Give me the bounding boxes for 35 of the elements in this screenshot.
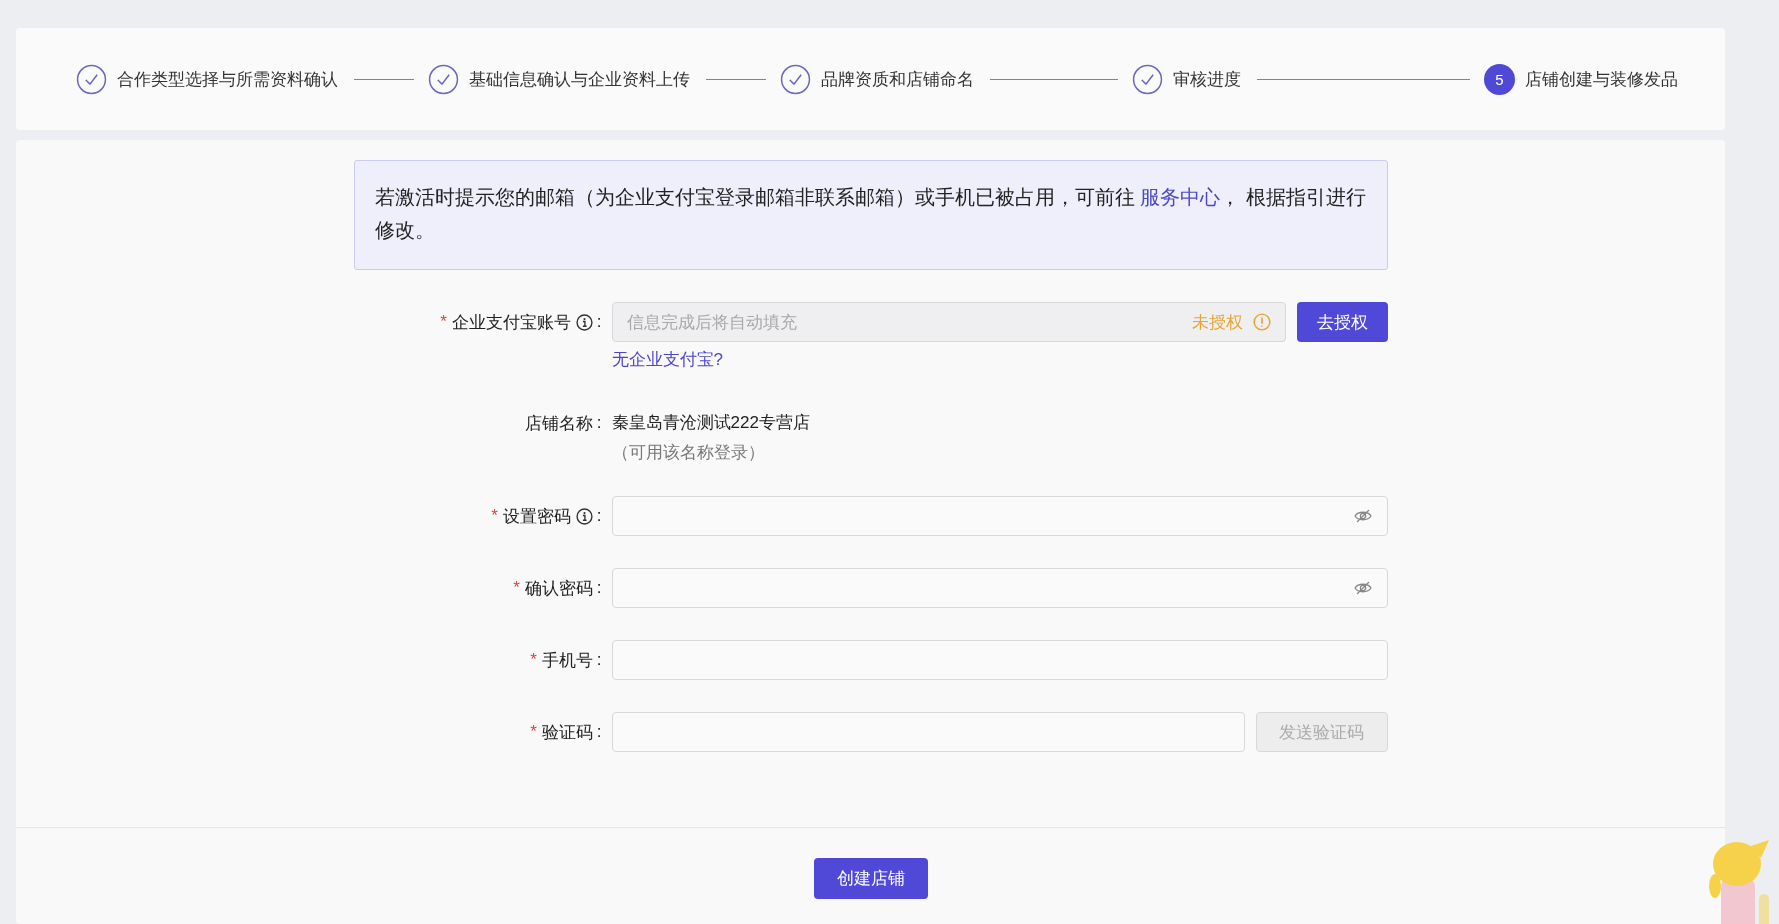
password-field[interactable] — [611, 496, 1388, 536]
step-number: 5 — [1484, 63, 1515, 95]
label-colon: : — [596, 413, 602, 433]
step-label: 基础信息确认与企业资料上传 — [469, 68, 690, 91]
notice-text: 若激活时提示您的邮箱（为企业支付宝登录邮箱非联系邮箱）或手机已被占用，可前往 服务中心， 根据指引进行修改。 — [353, 160, 1388, 270]
step-label: 店铺创建与装修发品 — [1525, 68, 1678, 91]
label-colon: : — [596, 650, 602, 670]
step-label: 品牌资质和店铺命名 — [821, 68, 974, 91]
field-label: 验证码 — [541, 721, 593, 744]
label-colon: : — [596, 722, 602, 742]
code-field[interactable] — [611, 712, 1245, 752]
required-mark: * — [491, 506, 498, 526]
step-label: 合作类型选择与所需资料确认 — [117, 68, 338, 91]
no-alipay-link[interactable]: 无企业支付宝? — [611, 348, 723, 371]
field-label: 设置密码 — [502, 505, 571, 528]
phone-field[interactable] — [611, 640, 1388, 680]
required-mark: * — [513, 578, 520, 598]
field-label: 店铺名称 — [524, 412, 593, 435]
required-mark: * — [530, 650, 537, 670]
label-colon: : — [596, 312, 602, 332]
service-center-link[interactable]: 服务中心 — [1140, 186, 1221, 208]
field-label: 手机号 — [541, 649, 593, 672]
label-colon: : — [596, 506, 602, 526]
hint-text: （可用该名称登录） — [611, 442, 766, 464]
password-field[interactable] — [611, 568, 1388, 608]
step-label: 审核进度 — [1173, 68, 1241, 91]
shop-name: 秦皇岛青沧测试222专营店 — [611, 412, 811, 434]
authorize-button[interactable]: 去授权 — [1296, 302, 1388, 342]
field-label: 企业支付宝账号 — [451, 311, 571, 334]
required-mark: * — [440, 312, 447, 332]
label-colon: : — [596, 578, 602, 598]
create-shop-button[interactable]: 创建店铺 — [813, 858, 928, 899]
auth-status: 未授权 — [1191, 311, 1243, 334]
field-label: 确认密码 — [524, 577, 593, 600]
required-mark: * — [530, 722, 537, 742]
